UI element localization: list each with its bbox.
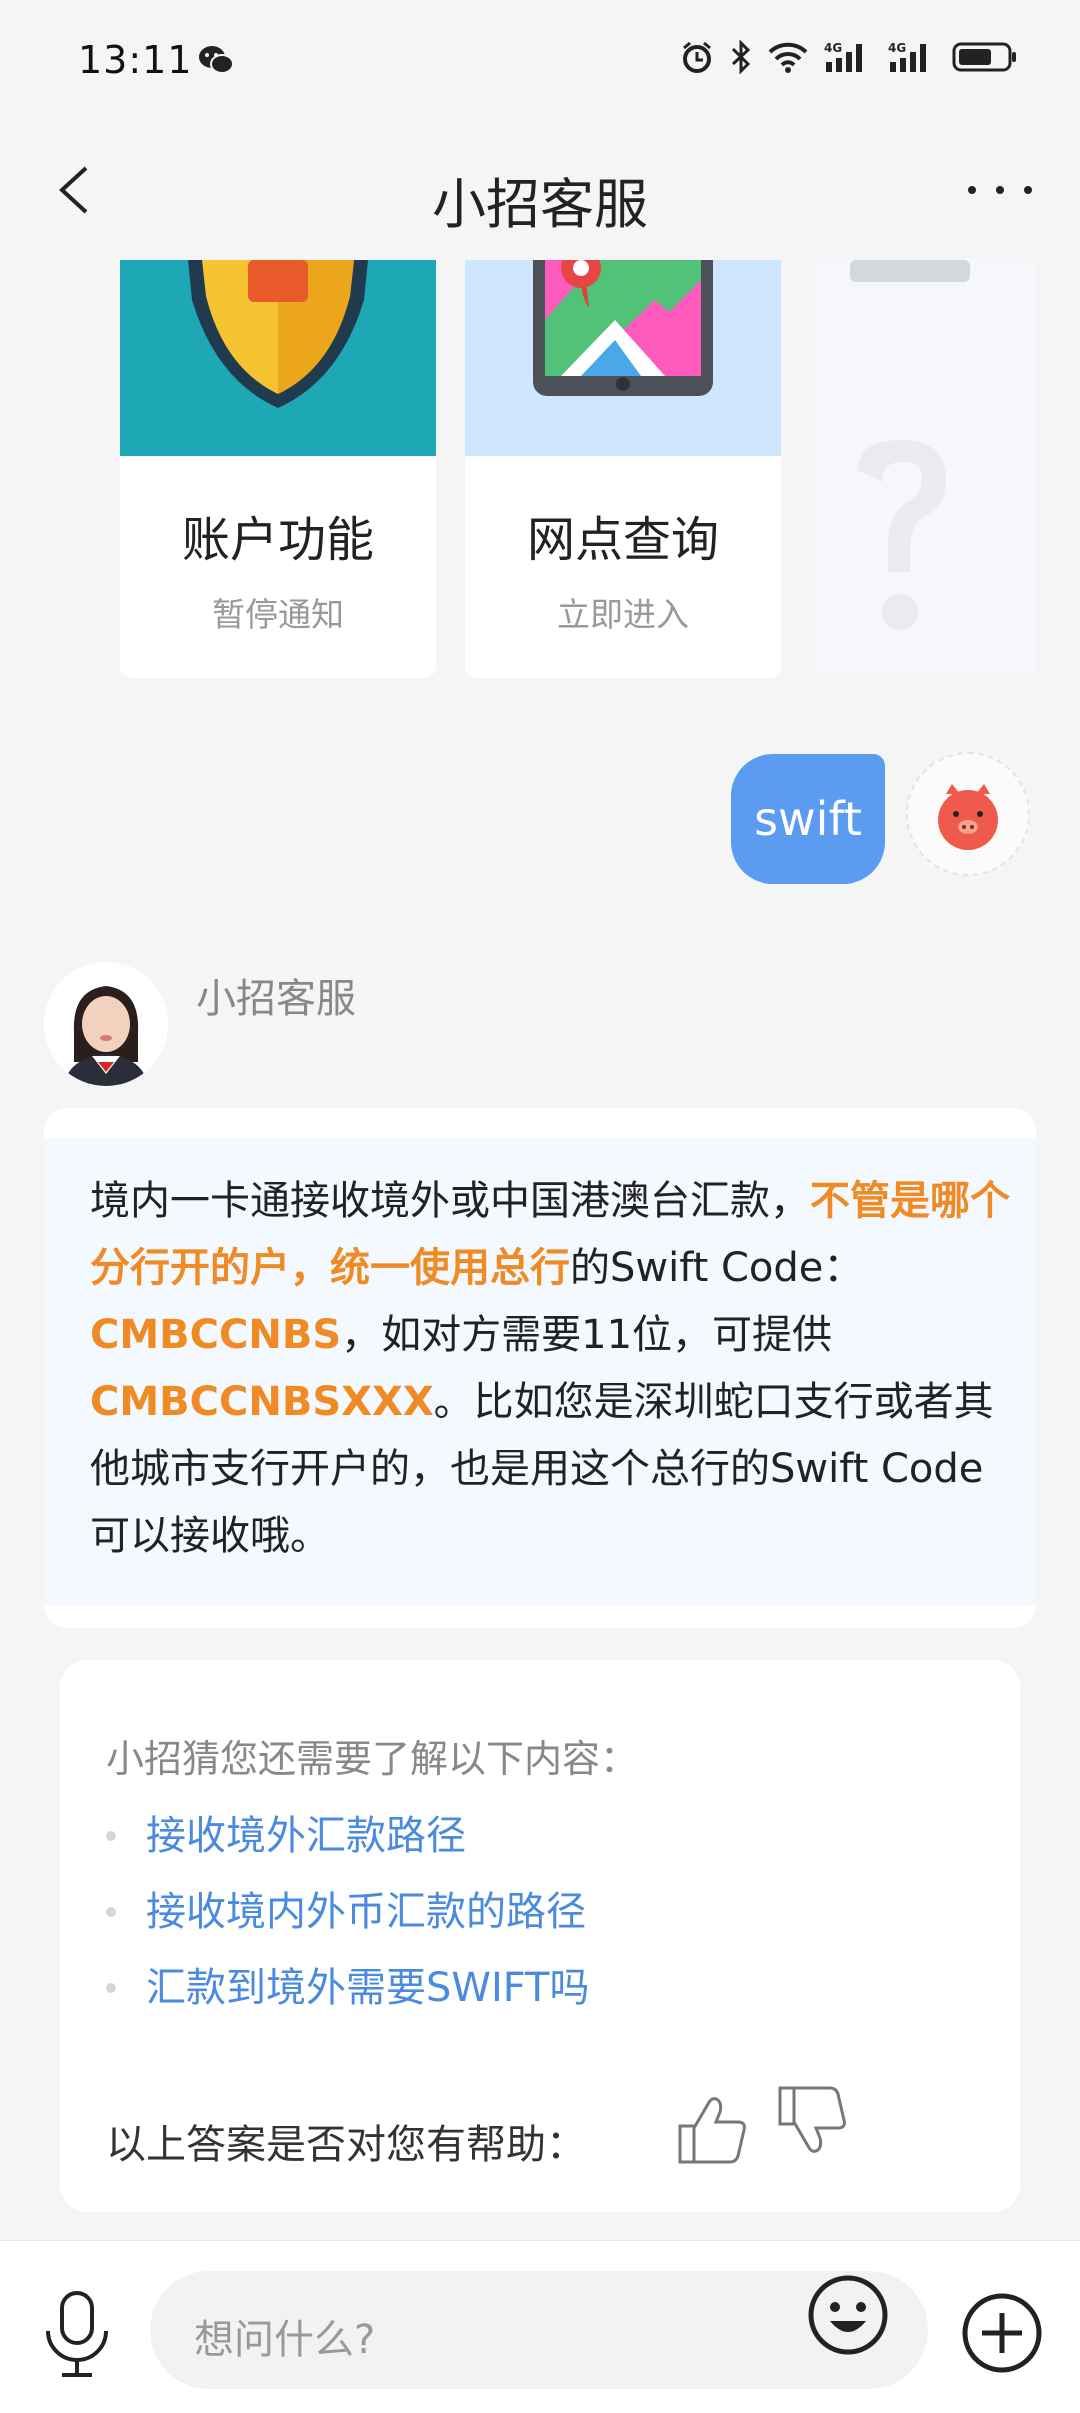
page-title: 小招客服 bbox=[432, 173, 648, 236]
svg-text:4G: 4G bbox=[824, 41, 842, 55]
answer-segment: 境内一卡通接收境外或中国港澳台汇款， bbox=[90, 1178, 810, 1224]
more-dots-icon bbox=[968, 186, 1032, 194]
emoji-button[interactable] bbox=[806, 2273, 890, 2357]
status-time: 13:11 bbox=[78, 38, 193, 82]
microphone-icon bbox=[46, 2291, 108, 2377]
plus-circle-icon bbox=[962, 2293, 1042, 2373]
bot-name: 小招客服 bbox=[196, 976, 356, 1022]
suggestion-link[interactable]: 接收境内外币汇款的路径 bbox=[146, 1874, 586, 1950]
bullet bbox=[106, 1983, 116, 1993]
suggestion-title: 小招猜您还需要了解以下内容： bbox=[106, 1737, 639, 1781]
header: 小招客服 bbox=[0, 120, 1080, 260]
thumbs-up-button[interactable] bbox=[672, 2090, 752, 2170]
card-faq-art bbox=[810, 260, 1036, 678]
suggestion-item[interactable]: 汇款到境外需要SWIFT吗 bbox=[106, 1950, 589, 2026]
map-phone-icon bbox=[533, 260, 713, 396]
thumbs-down-button[interactable] bbox=[772, 2080, 852, 2160]
bluetooth-icon bbox=[730, 39, 752, 78]
suggestion-item[interactable]: 接收境内外币汇款的路径 bbox=[106, 1874, 589, 1950]
card-faq[interactable] bbox=[810, 260, 1036, 678]
status-bar: 13:11 4G 4G bbox=[0, 0, 1080, 120]
wifi-icon bbox=[768, 41, 808, 77]
card-subtitle: 立即进入 bbox=[557, 595, 689, 634]
piggy-avatar-icon bbox=[938, 784, 998, 850]
answer-segment: 的Swift Code： bbox=[570, 1245, 864, 1291]
thumbs-down-icon bbox=[778, 2086, 846, 2153]
card-branch-art bbox=[465, 260, 781, 456]
more-button[interactable] bbox=[960, 160, 1040, 220]
card-branch-search[interactable]: 网点查询 立即进入 bbox=[465, 260, 781, 678]
input-placeholder: 想问什么? bbox=[194, 2317, 376, 2363]
card-account[interactable]: 账户功能 暂停通知 bbox=[120, 260, 436, 678]
add-button[interactable] bbox=[960, 2291, 1044, 2375]
alarm-icon bbox=[680, 40, 714, 78]
user-message-text: swift bbox=[754, 792, 862, 846]
bot-avatar[interactable] bbox=[44, 962, 168, 1086]
status-icons: 4G 4G bbox=[680, 39, 1018, 78]
input-bar: 想问什么? bbox=[0, 2240, 1080, 2413]
card-account-art bbox=[120, 260, 436, 456]
answer-text: 境内一卡通接收境外或中国港澳台汇款，不管是哪个分行开的户，统一使用总行的Swif… bbox=[90, 1168, 1010, 1570]
suggestion-card: 小招猜您还需要了解以下内容： 接收境外汇款路径 接收境内外币汇款的路径 汇款到境… bbox=[60, 1660, 1020, 2212]
suggestion-item[interactable]: 接收境外汇款路径 bbox=[106, 1798, 589, 1874]
answer-card: 境内一卡通接收境外或中国港澳台汇款，不管是哪个分行开的户，统一使用总行的Swif… bbox=[44, 1108, 1036, 1628]
answer-highlight: CMBCCNBSXXX bbox=[90, 1379, 434, 1425]
voice-button[interactable] bbox=[40, 2289, 114, 2379]
signal-4g-icon-2: 4G bbox=[888, 40, 936, 78]
feedback-question: 以上答案是否对您有帮助： bbox=[106, 2122, 586, 2168]
card-title: 网点查询 bbox=[526, 512, 719, 568]
agent-avatar-icon bbox=[44, 962, 168, 1086]
battery-icon bbox=[952, 41, 1018, 77]
user-message-bubble: swift bbox=[731, 754, 885, 884]
card-subtitle: 暂停通知 bbox=[212, 595, 344, 634]
answer-segment: ，如对方需要11位，可提供 bbox=[341, 1312, 833, 1358]
suggestion-list: 接收境外汇款路径 接收境内外币汇款的路径 汇款到境外需要SWIFT吗 bbox=[106, 1798, 589, 2026]
user-avatar[interactable] bbox=[906, 752, 1030, 876]
smiley-icon bbox=[808, 2275, 888, 2355]
bullet bbox=[106, 1831, 116, 1841]
service-cards: 账户功能 暂停通知 网点查询 立即进入 bbox=[0, 260, 1080, 680]
suggestion-link[interactable]: 接收境外汇款路径 bbox=[146, 1798, 466, 1874]
suggestion-link[interactable]: 汇款到境外需要SWIFT吗 bbox=[146, 1950, 589, 2026]
shield-icon bbox=[188, 260, 368, 408]
card-title: 账户功能 bbox=[181, 512, 374, 568]
wechat-icon bbox=[198, 44, 234, 80]
thumbs-up-icon bbox=[678, 2097, 746, 2164]
signal-4g-icon: 4G bbox=[824, 40, 872, 78]
answer-highlight: CMBCCNBS bbox=[90, 1312, 342, 1358]
question-mark-icon bbox=[850, 260, 970, 630]
svg-text:4G: 4G bbox=[888, 41, 906, 55]
bullet bbox=[106, 1907, 116, 1917]
